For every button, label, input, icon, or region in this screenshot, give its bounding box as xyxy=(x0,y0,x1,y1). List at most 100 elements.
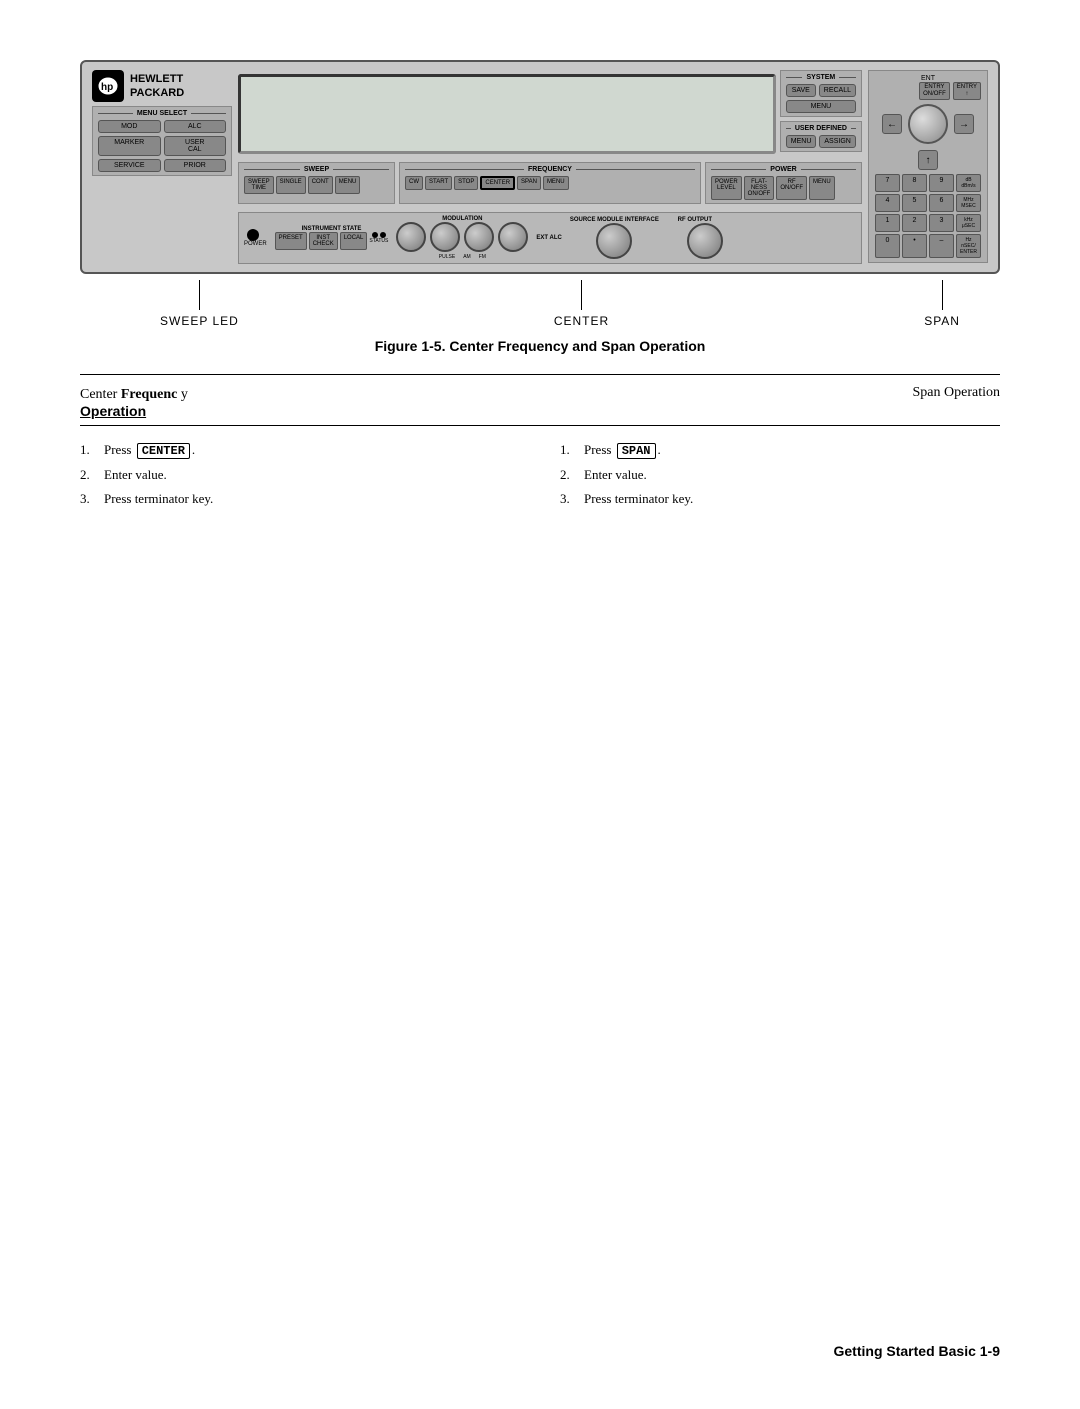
freq-menu-button[interactable]: MENU xyxy=(543,176,569,190)
key-5[interactable]: 5 xyxy=(902,194,927,212)
sweep-led-label: SWEEP LED xyxy=(160,314,239,328)
sweep-freq-power-row: SWEEP SWEEPTIME SINGLE CONT MENU FREQUEN… xyxy=(238,162,862,204)
span-label-group: SPAN xyxy=(924,280,960,328)
left-arrow-button[interactable]: ← xyxy=(882,114,902,134)
knob-area: ← → ↑ xyxy=(875,104,981,170)
center-step-3: 3. Press terminator key. xyxy=(80,491,520,507)
recall-button[interactable]: RECALL xyxy=(819,84,856,97)
entry-on-off-button[interactable]: ENTRYON/OFF xyxy=(919,82,950,100)
inst-check-button[interactable]: INSTCHECK xyxy=(309,232,338,250)
instrument-diagram: hp HEWLETT PACKARD MENU SELECT MOD ALC xyxy=(80,60,1000,328)
key-hz-nsec[interactable]: HznSEC/ENTER xyxy=(956,234,981,258)
local-button[interactable]: LOCAL xyxy=(340,232,368,250)
center-line xyxy=(581,280,582,310)
stop-button[interactable]: STOP xyxy=(454,176,478,190)
preset-button[interactable]: PRESET xyxy=(275,232,307,250)
state-row: POWER INSTRUMENT STATE PRESET INSTCHECK … xyxy=(238,212,862,264)
rf-output-section: RF OUTPUT xyxy=(667,217,723,259)
fm-label: FM xyxy=(479,254,486,260)
mod-btn2[interactable] xyxy=(430,222,460,252)
rf-on-off-button[interactable]: RFON/OFF xyxy=(776,176,807,200)
svg-text:hp: hp xyxy=(101,82,113,93)
mod-button[interactable]: MOD xyxy=(98,120,161,133)
key-khz-usec[interactable]: kHzμSEC xyxy=(956,214,981,232)
state-buttons: PRESET INSTCHECK LOCAL STATUS xyxy=(275,232,389,250)
figure-caption: Figure 1-5. Center Frequency and Span Op… xyxy=(80,338,1000,354)
key-0[interactable]: 0 xyxy=(875,234,900,258)
span-line xyxy=(942,280,943,310)
right-arrow-button[interactable]: → xyxy=(954,114,974,134)
key-4[interactable]: 4 xyxy=(875,194,900,212)
mod-btn3[interactable] xyxy=(464,222,494,252)
arrow-row: ← → xyxy=(882,104,974,144)
menu2-button[interactable]: MENU xyxy=(786,135,817,148)
hp-logo: hp xyxy=(92,70,124,102)
up-arrow-button[interactable]: ↑ xyxy=(918,150,938,170)
system-label: SYSTEM xyxy=(786,74,856,81)
power-indicator-section: POWER xyxy=(244,229,267,247)
key-minus[interactable]: – xyxy=(929,234,954,258)
prior-button[interactable]: PRIOR xyxy=(164,159,227,172)
page-number: Getting Started Basic 1-9 xyxy=(834,1343,1001,1359)
center-step-2: 2. Enter value. xyxy=(80,467,520,483)
key-2[interactable]: 2 xyxy=(902,214,927,232)
key-6[interactable]: 6 xyxy=(929,194,954,212)
power-label: POWER xyxy=(711,166,856,173)
key-1[interactable]: 1 xyxy=(875,214,900,232)
center-label: CENTER xyxy=(554,314,609,328)
cont-button[interactable]: CONT xyxy=(308,176,333,194)
left-panels: hp HEWLETT PACKARD MENU SELECT MOD ALC xyxy=(92,70,232,176)
power-led xyxy=(247,229,259,241)
span-op-col: 1. Press SPAN. 2. Enter value. 3. Press … xyxy=(560,442,1000,515)
sweep-time-button[interactable]: SWEEPTIME xyxy=(244,176,274,194)
ext-alc-label: EXT ALC xyxy=(536,235,561,241)
key-mhz-msec[interactable]: MHzMSEC xyxy=(956,194,981,212)
main-knob[interactable] xyxy=(908,104,948,144)
cw-button[interactable]: CW xyxy=(405,176,423,190)
key-db-mhz[interactable]: dBdBm/s xyxy=(956,174,981,192)
frequency-label: FREQUENCY xyxy=(405,166,695,173)
mod-btn4[interactable] xyxy=(498,222,528,252)
key-7[interactable]: 7 xyxy=(875,174,900,192)
center-freq-header: Center Frequenc y Operation xyxy=(80,385,188,419)
sweep-buttons: SWEEPTIME SINGLE CONT MENU xyxy=(244,176,389,194)
menu-select-panel: MENU SELECT MOD ALC MARKER USERCAL SERVI… xyxy=(92,106,232,176)
flatness-button[interactable]: FLAT-NESSON/OFF xyxy=(744,176,775,200)
alc-button[interactable]: ALC xyxy=(164,120,227,133)
sweep-menu-button[interactable]: MENU xyxy=(335,176,361,194)
key-9[interactable]: 9 xyxy=(929,174,954,192)
save-button[interactable]: SAVE xyxy=(786,84,816,97)
span-step-2: 2. Enter value. xyxy=(560,467,1000,483)
user-defined-panel: USER DEFINED MENU ASSIGN xyxy=(780,121,862,152)
figure-number: Figure 1-5. xyxy=(375,338,446,354)
center-freq-button[interactable]: CENTER xyxy=(480,176,515,190)
center-freq-col: 1. Press CENTER. 2. Enter value. 3. Pres… xyxy=(80,442,520,515)
key-8[interactable]: 8 xyxy=(902,174,927,192)
numpad: 7 8 9 dBdBm/s 4 5 6 MHzMSEC 1 2 3 kHzμSE… xyxy=(875,174,981,258)
power-level-button[interactable]: POWERLEVEL xyxy=(711,176,742,200)
assign-button[interactable]: ASSIGN xyxy=(819,135,855,148)
pulse-label: PULSE xyxy=(439,254,455,260)
am-label: AM xyxy=(463,254,471,260)
span-step-3: 3. Press terminator key. xyxy=(560,491,1000,507)
modulation-section: MODULATION PULSE AM FM xyxy=(396,216,528,260)
key-3[interactable]: 3 xyxy=(929,214,954,232)
brand-name: HEWLETT PACKARD xyxy=(130,72,184,101)
system-user-block: SYSTEM SAVE RECALL MENU USER DEFINED xyxy=(780,70,862,152)
user-defined-row: MENU ASSIGN xyxy=(786,135,856,148)
entry-top-buttons: ENTRYON/OFF ENTRY↑ xyxy=(875,82,981,100)
key-dot[interactable]: • xyxy=(902,234,927,258)
service-button[interactable]: SERVICE xyxy=(98,159,161,172)
start-button[interactable]: START xyxy=(425,176,452,190)
mod-btn1[interactable] xyxy=(396,222,426,252)
marker-button[interactable]: MARKER xyxy=(98,136,161,156)
power-text: POWER xyxy=(244,241,267,247)
system-row1: SAVE RECALL xyxy=(786,84,856,97)
entry-up-button[interactable]: ENTRY↑ xyxy=(953,82,981,100)
span-button[interactable]: SPAN xyxy=(517,176,541,190)
menu-button[interactable]: MENU xyxy=(786,100,856,113)
single-button[interactable]: SINGLE xyxy=(276,176,306,194)
user-cal-button[interactable]: USERCAL xyxy=(164,136,227,156)
source-module-btn[interactable] xyxy=(596,223,632,259)
power-menu-button[interactable]: MENU xyxy=(809,176,835,200)
